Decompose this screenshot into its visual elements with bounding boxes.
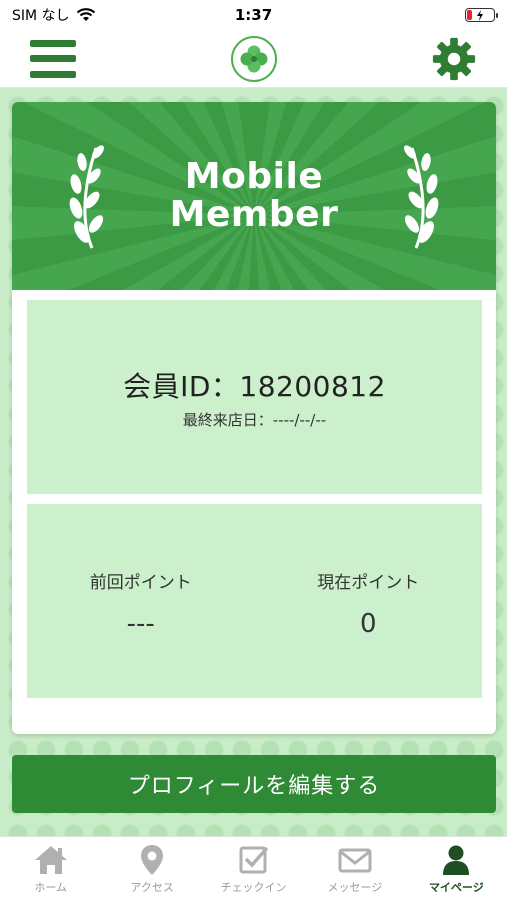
gear-icon[interactable] xyxy=(431,36,477,82)
main-area: Mobile Member 会員ID：18200812 最終来店日：----/-… xyxy=(0,88,507,836)
home-icon xyxy=(34,845,67,874)
current-points-label: 現在ポイント xyxy=(317,572,420,593)
status-left: SIM なし xyxy=(12,5,96,25)
laurel-left-icon xyxy=(69,145,104,249)
current-points: 現在ポイント 0 xyxy=(255,504,483,698)
bottom-nav: ホーム アクセス チェックイン メッセージ マイページ xyxy=(0,836,507,900)
nav-label-mypage: マイページ xyxy=(428,880,484,894)
previous-points: 前回ポイント --- xyxy=(27,504,255,698)
nav-item-checkin[interactable]: チェックイン xyxy=(203,837,304,900)
nav-label-access: アクセス xyxy=(130,880,174,894)
clover-logo[interactable] xyxy=(230,35,277,82)
banner-line2: Member xyxy=(169,194,339,235)
laurel-right-icon xyxy=(404,145,439,249)
nav-item-access[interactable]: アクセス xyxy=(101,837,202,900)
app-header xyxy=(0,30,507,88)
member-id-panel: 会員ID：18200812 最終来店日：----/--/-- xyxy=(27,300,482,494)
points-panel: 前回ポイント --- 現在ポイント 0 xyxy=(27,504,482,698)
mail-icon xyxy=(338,848,372,872)
banner-title: Mobile Member xyxy=(170,158,339,234)
map-pin-icon xyxy=(141,844,164,875)
status-time: 1:37 xyxy=(234,6,273,24)
nav-item-mypage[interactable]: マイページ xyxy=(406,837,507,900)
member-id: 会員ID：18200812 xyxy=(123,369,386,403)
nav-item-home[interactable]: ホーム xyxy=(0,837,101,900)
member-card: Mobile Member 会員ID：18200812 最終来店日：----/-… xyxy=(12,102,496,734)
nav-label-home: ホーム xyxy=(34,880,68,894)
status-bar: SIM なし 1:37 xyxy=(0,0,507,30)
checkin-icon xyxy=(239,846,268,873)
hamburger-menu-icon[interactable] xyxy=(30,39,76,78)
wifi-icon xyxy=(76,8,95,21)
current-points-value: 0 xyxy=(359,608,377,639)
previous-points-label: 前回ポイント xyxy=(89,572,192,593)
battery-icon xyxy=(465,8,498,22)
banner-line1: Mobile xyxy=(184,156,324,197)
card-banner: Mobile Member xyxy=(12,102,496,290)
nav-label-checkin: チェックイン xyxy=(220,880,287,894)
user-icon xyxy=(443,845,470,875)
last-visit-date: 最終来店日：----/--/-- xyxy=(182,410,327,429)
nav-label-message: メッセージ xyxy=(327,880,383,894)
edit-profile-button[interactable]: プロフィールを編集する xyxy=(12,755,496,813)
previous-points-value: --- xyxy=(126,608,155,639)
nav-item-message[interactable]: メッセージ xyxy=(304,837,405,900)
carrier-label: SIM なし xyxy=(12,8,70,24)
